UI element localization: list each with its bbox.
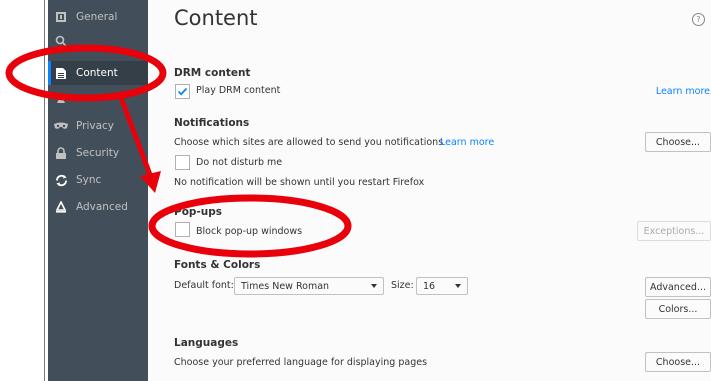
help-icon[interactable]: ?	[692, 13, 705, 26]
search-icon	[54, 34, 68, 48]
drm-checkbox[interactable]	[175, 84, 190, 99]
popups-heading: Pop-ups	[174, 206, 223, 218]
sidebar-item-label: Privacy	[76, 120, 115, 132]
outer-left-margin	[0, 0, 48, 381]
privacy-mask-icon	[54, 119, 68, 133]
sidebar-item-privacy[interactable]: Privacy	[48, 114, 148, 138]
sidebar-item-search[interactable]	[48, 29, 148, 53]
sidebar-item-label: Sync	[76, 174, 102, 186]
sidebar-item-general[interactable]: General	[48, 5, 148, 29]
languages-heading: Languages	[174, 337, 239, 349]
block-popups-label[interactable]: Block pop-up windows	[196, 226, 302, 237]
content-icon	[54, 66, 68, 80]
applications-icon	[54, 92, 68, 106]
checkmark-icon	[177, 87, 188, 96]
do-not-disturb-checkbox[interactable]	[175, 155, 190, 170]
sidebar-item-label: Content	[76, 67, 118, 79]
sidebar-item-advanced[interactable]: Advanced	[48, 195, 148, 219]
default-font-select[interactable]: Times New Roman	[234, 277, 384, 295]
margin-rule	[44, 0, 45, 381]
default-font-label: Default font:	[174, 280, 234, 291]
chevron-down-icon	[371, 284, 377, 288]
popups-exceptions-button[interactable]: Exceptions...	[637, 221, 711, 241]
font-size-label: Size:	[391, 280, 414, 291]
font-size-select[interactable]: 16	[416, 277, 468, 295]
drm-checkbox-label[interactable]: Play DRM content	[196, 85, 280, 96]
colors-button[interactable]: Colors...	[645, 299, 711, 319]
notifications-description: Choose which sites are allowed to send y…	[174, 137, 444, 148]
sidebar-item-applications[interactable]	[48, 87, 148, 111]
general-icon	[54, 10, 68, 24]
advanced-icon	[54, 200, 68, 214]
fonts-advanced-button[interactable]: Advanced...	[645, 277, 711, 297]
notifications-heading: Notifications	[174, 117, 250, 129]
drm-heading: DRM content	[174, 67, 251, 79]
fonts-colors-heading: Fonts & Colors	[174, 259, 261, 271]
notifications-note: No notification will be shown until you …	[174, 177, 425, 188]
languages-description: Choose your preferred language for displ…	[174, 357, 428, 368]
sidebar-item-label: Security	[76, 147, 120, 159]
font-size-value: 16	[423, 280, 436, 292]
do-not-disturb-label[interactable]: Do not disturb me	[196, 157, 282, 168]
notifications-learn-more-link[interactable]: Learn more	[440, 137, 494, 148]
content-pane: Content ? DRM content Play DRM content L…	[148, 0, 711, 381]
sidebar: General Content Privacy Security Sync Ad…	[48, 0, 148, 381]
notifications-choose-button[interactable]: Choose...	[645, 132, 711, 152]
sidebar-item-content[interactable]: Content	[48, 61, 148, 85]
sidebar-item-label: Advanced	[76, 201, 128, 213]
sidebar-item-security[interactable]: Security	[48, 141, 148, 165]
languages-choose-button[interactable]: Choose...	[645, 352, 711, 372]
security-lock-icon	[54, 146, 68, 160]
block-popups-checkbox[interactable]	[175, 222, 190, 237]
sync-icon	[54, 173, 68, 187]
sidebar-item-label: General	[76, 11, 118, 23]
chevron-down-icon	[455, 284, 461, 288]
default-font-value: Times New Roman	[241, 280, 330, 292]
sidebar-item-sync[interactable]: Sync	[48, 168, 148, 192]
drm-learn-more-link[interactable]: Learn more	[656, 86, 710, 97]
page-title: Content	[174, 6, 258, 30]
